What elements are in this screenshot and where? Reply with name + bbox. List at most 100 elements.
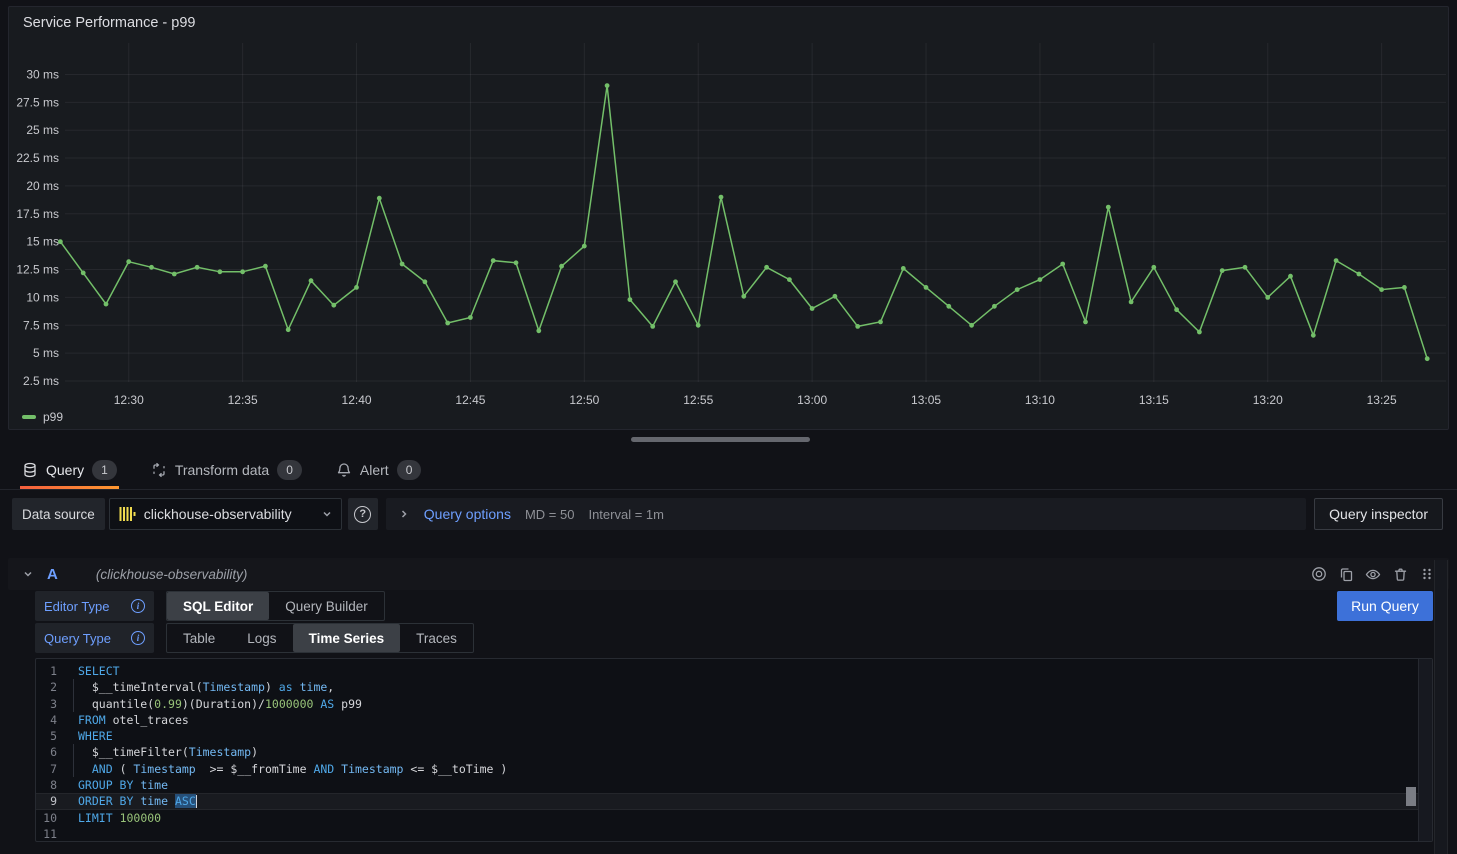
code-line-3[interactable]: 3 quantile(0.99)(Duration)/1000000 AS p9… (36, 696, 1432, 712)
svg-text:12.5 ms: 12.5 ms (16, 263, 59, 277)
svg-text:12:45: 12:45 (455, 393, 485, 407)
code-line-6[interactable]: 6 $__timeFilter(Timestamp) (36, 744, 1432, 760)
svg-text:13:15: 13:15 (1139, 393, 1169, 407)
code-line-10[interactable]: 10LIMIT 100000 (36, 810, 1432, 826)
svg-text:7.5 ms: 7.5 ms (23, 318, 59, 332)
tab-transform-label: Transform data (175, 462, 269, 478)
editor-cursor-marker (1406, 787, 1416, 806)
editor-type-option-sql-editor[interactable]: SQL Editor (167, 592, 269, 620)
svg-text:13:20: 13:20 (1253, 393, 1283, 407)
datasource-label: Data source (12, 498, 105, 530)
query-type-option-logs[interactable]: Logs (231, 624, 292, 652)
remove-query-icon[interactable] (1392, 566, 1408, 582)
collapse-chevron-icon[interactable] (22, 568, 34, 580)
tab-alert[interactable]: Alert 0 (336, 450, 421, 489)
code-lines: 1SELECT2 $__timeInterval(Timestamp) as t… (36, 663, 1432, 842)
panel-title[interactable]: Service Performance - p99 (23, 15, 195, 31)
text-cursor (196, 795, 198, 808)
active-tab-underline (20, 486, 119, 489)
query-type-label-chip: Query Type i (35, 623, 154, 653)
query-options-interval: Interval = 1m (588, 507, 664, 522)
disable-query-icon[interactable] (1311, 566, 1327, 582)
query-options-toggle[interactable]: Query options MD = 50 Interval = 1m (386, 498, 1306, 530)
editor-type-option-query-builder[interactable]: Query Builder (269, 592, 384, 620)
duplicate-query-icon[interactable] (1338, 566, 1354, 582)
code-line-1[interactable]: 1SELECT (36, 663, 1432, 679)
transform-icon (151, 462, 167, 478)
svg-text:5 ms: 5 ms (33, 346, 59, 360)
query-type-option-time-series[interactable]: Time Series (293, 624, 401, 652)
query-row-actions (1311, 566, 1435, 582)
query-type-option-table[interactable]: Table (167, 624, 231, 652)
query-type-label: Query Type (44, 631, 111, 646)
legend-series-label[interactable]: p99 (43, 410, 63, 424)
run-query-button[interactable]: Run Query (1337, 591, 1433, 621)
info-icon[interactable]: i (131, 599, 145, 613)
code-line-11[interactable]: 11 (36, 826, 1432, 842)
chevron-right-icon (398, 508, 410, 520)
code-line-4[interactable]: 4FROM otel_traces (36, 712, 1432, 728)
tab-query[interactable]: Query 1 (22, 450, 117, 489)
svg-text:10 ms: 10 ms (26, 290, 59, 304)
tab-alert-count: 0 (397, 460, 422, 480)
clickhouse-logo-icon (118, 505, 136, 523)
svg-text:30 ms: 30 ms (26, 67, 59, 81)
tab-alert-label: Alert (360, 462, 389, 478)
editor-scrollbar-track[interactable] (1418, 659, 1432, 841)
chart-gridlines (65, 43, 1446, 382)
sql-code-editor[interactable]: 1SELECT2 $__timeInterval(Timestamp) as t… (35, 658, 1433, 842)
tab-transform-count: 0 (277, 460, 302, 480)
datasource-row: Data source clickhouse-observability ? Q… (12, 498, 1443, 530)
query-ref-id[interactable]: A (47, 566, 58, 583)
datasource-name: clickhouse-observability (144, 506, 313, 522)
svg-text:13:00: 13:00 (797, 393, 827, 407)
query-type-row: Query Type i Table Logs Time Series Trac… (35, 623, 474, 653)
help-question-icon: ? (354, 506, 371, 523)
y-axis-labels: 2.5 ms5 ms7.5 ms10 ms12.5 ms15 ms17.5 ms… (16, 67, 59, 388)
tab-query-count: 1 (92, 460, 117, 480)
editor-type-label: Editor Type (44, 599, 110, 614)
svg-text:27.5 ms: 27.5 ms (16, 95, 59, 109)
editor-type-row: Editor Type i SQL Editor Query Builder (35, 591, 385, 621)
query-options-md: MD = 50 (525, 507, 575, 522)
query-type-option-traces[interactable]: Traces (400, 624, 473, 652)
horizontal-scrollbar[interactable] (631, 437, 810, 442)
code-line-5[interactable]: 5WHERE (36, 728, 1432, 744)
svg-text:13:05: 13:05 (911, 393, 941, 407)
datasource-help-button[interactable]: ? (348, 498, 378, 530)
code-line-8[interactable]: 8GROUP BY time (36, 777, 1432, 793)
svg-text:2.5 ms: 2.5 ms (23, 374, 59, 388)
x-axis-labels: 12:3012:3512:4012:4512:5012:5513:0013:05… (114, 393, 1397, 407)
vertical-scroll-gutter[interactable] (1434, 560, 1448, 854)
code-line-9[interactable]: 9ORDER BY time ASC (36, 793, 1432, 809)
svg-text:12:30: 12:30 (114, 393, 144, 407)
svg-text:12:55: 12:55 (683, 393, 713, 407)
drag-handle-icon[interactable] (1419, 566, 1435, 582)
svg-text:13:25: 13:25 (1367, 393, 1397, 407)
chevron-down-icon (321, 508, 333, 520)
tab-transform-data[interactable]: Transform data 0 (151, 450, 302, 489)
datasource-picker[interactable]: clickhouse-observability (109, 498, 342, 530)
database-icon (22, 462, 38, 478)
query-row-header: A (clickhouse-observability) (8, 558, 1449, 590)
hide-response-icon[interactable] (1365, 566, 1381, 582)
svg-text:20 ms: 20 ms (26, 179, 59, 193)
svg-text:15 ms: 15 ms (26, 235, 59, 249)
editor-type-label-chip: Editor Type i (35, 591, 154, 621)
svg-text:12:35: 12:35 (228, 393, 258, 407)
svg-text:13:10: 13:10 (1025, 393, 1055, 407)
query-inspector-button[interactable]: Query inspector (1314, 498, 1443, 530)
query-datasource-hint: (clickhouse-observability) (96, 567, 248, 582)
editor-tabs: Query 1 Transform data 0 Alert 0 (0, 450, 1457, 490)
chart-legend[interactable]: p99 (22, 410, 63, 424)
query-type-segmented: Table Logs Time Series Traces (166, 623, 474, 653)
bell-icon (336, 462, 352, 478)
series-p99 (58, 83, 1430, 361)
timeseries-chart[interactable]: 2.5 ms5 ms7.5 ms10 ms12.5 ms15 ms17.5 ms… (9, 7, 1448, 429)
svg-text:22.5 ms: 22.5 ms (16, 151, 59, 165)
code-line-2[interactable]: 2 $__timeInterval(Timestamp) as time, (36, 679, 1432, 695)
legend-series-swatch (22, 415, 36, 419)
code-line-7[interactable]: 7 AND ( Timestamp >= $__fromTime AND Tim… (36, 761, 1432, 777)
tab-query-label: Query (46, 462, 84, 478)
info-icon[interactable]: i (131, 631, 145, 645)
